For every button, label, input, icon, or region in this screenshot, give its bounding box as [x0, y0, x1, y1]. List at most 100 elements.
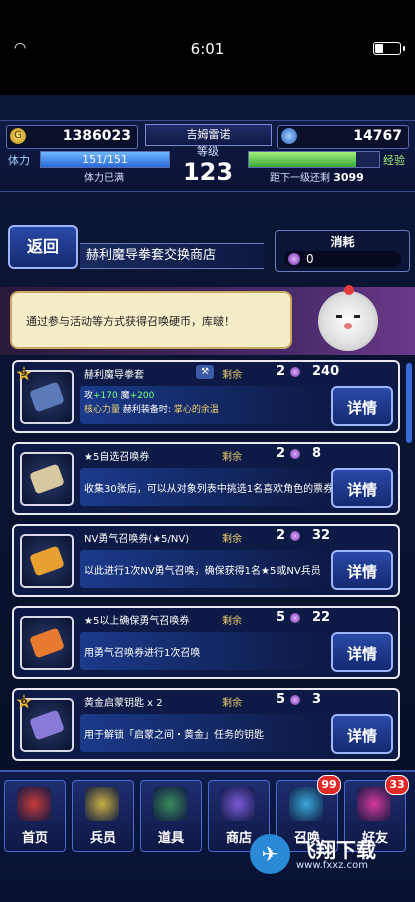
game-screen: G 1386023 吉姆雷诺 14767 等级 123 体力 151/151 体…	[0, 95, 415, 902]
key-icon	[29, 709, 65, 741]
nav-home[interactable]: 首页	[4, 780, 66, 852]
nav-label: 兵员	[89, 831, 116, 846]
item-description: 以此进行1次NV勇气召唤，确保获得1名★5或NV兵员	[84, 566, 321, 577]
remain-value: 2	[276, 364, 286, 379]
gem-icon	[281, 128, 297, 144]
item-name: 赫利魔导拳套	[84, 370, 144, 381]
exp-note-text: 距下一级还剩	[270, 173, 330, 184]
moogle-npc-icon	[318, 285, 378, 351]
summon-coin-icon	[290, 367, 300, 377]
gold-counter: G 1386023	[6, 125, 138, 149]
item-name: NV勇气召唤券(★5/NV)	[84, 534, 190, 545]
item-thumbnail	[20, 452, 74, 506]
summon-coin-icon	[288, 252, 300, 265]
item-price: 3	[312, 692, 322, 707]
detail-button[interactable]: 详情	[331, 468, 393, 508]
player-header: G 1386023 吉姆雷诺 14767 等级 123 体力 151/151 体…	[0, 120, 415, 192]
watermark: ✈ 飞翔下载 www.fxxz.com	[250, 830, 410, 880]
item-thumbnail: 6	[16, 694, 74, 752]
npc-panel: 通过参与活动等方式获得召唤硬币，库啵！	[0, 285, 415, 355]
notification-badge: 33	[385, 775, 409, 795]
shop-icon	[221, 787, 255, 821]
shop-item: 6 黄金启蒙钥匙 x 2 剩余 5 3 用于解锁「启蒙之间・黄金」任务的钥匙 详…	[12, 688, 400, 761]
item-name: 黄金启蒙钥匙 x 2	[84, 698, 163, 709]
cost-value-field: 0	[284, 251, 401, 267]
item-stats: 攻+170 魔+200	[84, 391, 155, 401]
back-button[interactable]: 返回	[8, 225, 78, 269]
item-price: 8	[312, 446, 322, 461]
shop-item: ★5以上确保勇气召唤券 剩余 5 22 用勇气召唤券进行1次召唤 详情	[12, 606, 400, 679]
item-price: 240	[312, 364, 340, 379]
shop-title: 赫利魔导拳套交换商店	[80, 243, 264, 269]
items-icon	[153, 787, 187, 821]
item-thumbnail: 9	[16, 366, 74, 424]
cost-panel: 消耗 0	[275, 230, 410, 272]
exp-label: 经验	[383, 154, 405, 167]
gold-value: 1386023	[62, 128, 131, 144]
summon-coin-icon	[290, 613, 300, 623]
notification-badge: 99	[317, 775, 341, 795]
nav-label: 道具	[157, 831, 184, 846]
exp-bar	[248, 151, 380, 168]
exp-remaining: 3099	[333, 171, 364, 184]
item-price: 22	[312, 610, 331, 625]
remain-label: 剩余	[222, 370, 242, 381]
cost-label: 消耗	[330, 235, 355, 249]
shop-item-list[interactable]: 9 赫利魔导拳套 ⚒ 剩余 2 240 攻+170 魔+200 核心力量 赫利装…	[0, 360, 415, 768]
shop-item: NV勇气召唤券(★5/NV) 剩余 2 32 以此进行1次NV勇气召唤，确保获得…	[12, 524, 400, 597]
gauntlet-icon	[29, 381, 65, 413]
remain-label: 剩余	[222, 698, 242, 709]
item-description: 用勇气召唤券进行1次召唤	[84, 648, 201, 659]
gem-counter[interactable]: 14767	[277, 125, 409, 149]
summon-coin-icon	[290, 531, 300, 541]
stamina-value: 151/151	[82, 153, 128, 166]
status-time: 6:01	[190, 40, 225, 58]
remain-value: 2	[276, 528, 286, 543]
watermark-logo-icon: ✈	[250, 834, 290, 874]
nav-items[interactable]: 道具	[140, 780, 202, 852]
item-thumbnail	[20, 534, 74, 588]
units-icon	[85, 787, 119, 821]
remain-label: 剩余	[222, 534, 242, 545]
detail-button[interactable]: 详情	[331, 714, 393, 754]
summon-icon	[289, 787, 323, 821]
gem-value: 14767	[353, 128, 402, 144]
friends-icon	[357, 787, 391, 821]
stamina-bar: 151/151	[40, 151, 170, 168]
remain-value: 5	[276, 692, 286, 707]
watermark-text: 飞翔下载	[296, 838, 376, 862]
nav-units[interactable]: 兵员	[72, 780, 134, 852]
nav-label: 首页	[21, 831, 48, 846]
gold-coin-icon: G	[10, 128, 26, 144]
star-rarity-icon: 9	[16, 366, 32, 381]
remain-label: 剩余	[222, 452, 242, 463]
level-label: 等级	[197, 145, 219, 158]
star-rarity-icon: 6	[16, 694, 32, 709]
home-icon	[17, 787, 51, 821]
remain-label: 剩余	[222, 616, 242, 627]
status-bar: ◠ 6:01	[0, 0, 415, 95]
detail-button[interactable]: 详情	[331, 386, 393, 426]
item-description: 用于解锁「启蒙之间・黄金」任务的钥匙	[84, 730, 264, 741]
item-name: ★5自选召唤券	[84, 452, 150, 463]
detail-button[interactable]: 详情	[331, 632, 393, 672]
ticket-icon	[29, 627, 65, 659]
exp-fill	[249, 152, 356, 167]
item-core-power: 核心力量 赫利装备时: 掌心的余温	[84, 405, 219, 415]
summon-coin-icon	[290, 695, 300, 705]
list-scrollbar[interactable]	[406, 363, 412, 443]
stamina-note: 体力已满	[84, 173, 124, 184]
npc-speech-bubble: 通过参与活动等方式获得召唤硬币，库啵！	[10, 291, 292, 349]
item-name: ★5以上确保勇气召唤券	[84, 616, 190, 627]
ticket-icon	[29, 545, 65, 577]
detail-button[interactable]: 详情	[331, 550, 393, 590]
summon-coin-icon	[290, 449, 300, 459]
level-value: 123	[182, 158, 234, 186]
battery-icon	[373, 42, 405, 55]
remain-value: 2	[276, 446, 286, 461]
item-price: 32	[312, 528, 331, 543]
equipment-tag-icon: ⚒	[196, 365, 214, 379]
item-thumbnail	[20, 616, 74, 670]
watermark-url: www.fxxz.com	[296, 860, 368, 871]
remain-value: 5	[276, 610, 286, 625]
